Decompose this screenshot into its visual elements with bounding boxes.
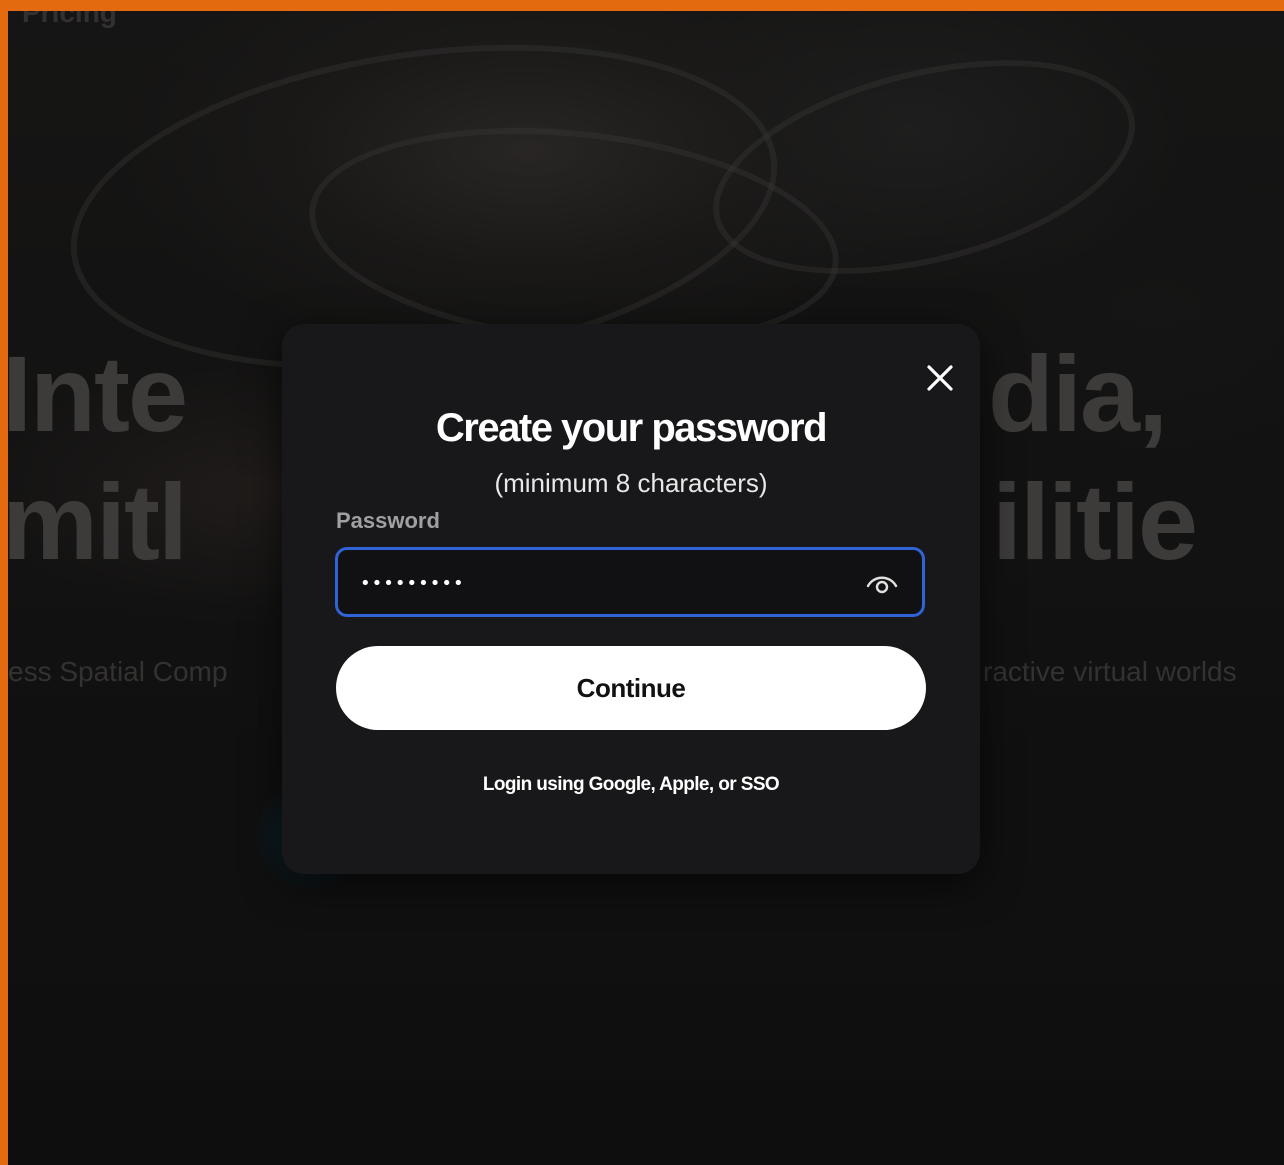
show-password-toggle[interactable] (864, 567, 900, 599)
password-field (335, 547, 925, 617)
close-icon (927, 365, 953, 391)
create-password-dialog: Create your password (minimum 8 characte… (282, 324, 980, 874)
eye-icon (866, 576, 898, 594)
dialog-title: Create your password (435, 406, 828, 450)
app-frame: Pricing Inte dia, mitl ilitie ess Spatia… (8, 11, 1284, 1165)
alternate-login-link[interactable]: Login using Google, Apple, or SSO (282, 774, 980, 796)
continue-button[interactable]: Continue (336, 646, 926, 730)
close-button[interactable] (920, 358, 960, 398)
dialog-subtitle: (minimum 8 characters) (494, 468, 768, 498)
password-label: Password (336, 508, 440, 533)
password-input[interactable] (358, 564, 842, 602)
